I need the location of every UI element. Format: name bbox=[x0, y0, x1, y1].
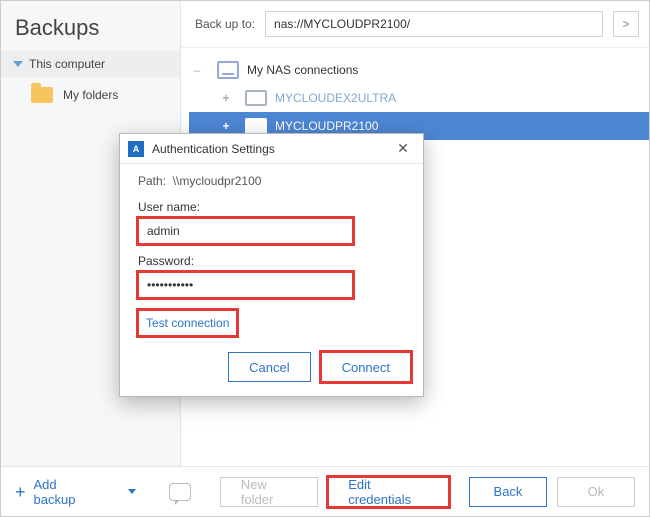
add-backup-button[interactable]: + Add backup bbox=[15, 477, 136, 507]
authentication-settings-dialog: A Authentication Settings ✕ Path: \\mycl… bbox=[119, 133, 424, 397]
test-connection-link[interactable]: Test connection bbox=[138, 310, 237, 336]
comment-icon[interactable] bbox=[169, 483, 191, 501]
username-label: User name: bbox=[138, 200, 405, 214]
app-icon: A bbox=[128, 141, 144, 157]
app-window: Backups This computer My folders Back up… bbox=[0, 0, 650, 517]
cancel-button[interactable]: Cancel bbox=[228, 352, 310, 382]
dialog-path: Path: \\mycloudpr2100 bbox=[138, 174, 405, 188]
device-icon bbox=[245, 90, 267, 106]
expand-path-button[interactable]: > bbox=[613, 11, 639, 37]
back-button[interactable]: Back bbox=[469, 477, 547, 507]
backup-destination-input[interactable] bbox=[265, 11, 603, 37]
page-title: Backups bbox=[1, 1, 180, 51]
tree-item-mycloudex2ultra[interactable]: + MYCLOUDEX2ULTRA bbox=[189, 84, 649, 112]
username-input[interactable]: admin bbox=[138, 218, 353, 244]
tree-item-label: MYCLOUDPR2100 bbox=[275, 119, 378, 133]
password-input[interactable]: ••••••••••• bbox=[138, 272, 353, 298]
dialog-titlebar[interactable]: A Authentication Settings ✕ bbox=[120, 134, 423, 164]
chevron-down-icon[interactable] bbox=[128, 489, 136, 494]
edit-credentials-button[interactable]: Edit credentials bbox=[328, 477, 449, 507]
folder-icon bbox=[31, 87, 53, 103]
new-folder-button: New folder bbox=[220, 477, 318, 507]
add-backup-label: Add backup bbox=[34, 477, 90, 507]
dialog-footer: Cancel Connect bbox=[120, 342, 423, 396]
path-value: \\mycloudpr2100 bbox=[173, 174, 262, 188]
path-prefix: Path: bbox=[138, 174, 166, 188]
tree-item-label: MYCLOUDEX2ULTRA bbox=[275, 91, 396, 105]
password-label: Password: bbox=[138, 254, 405, 268]
ok-button: Ok bbox=[557, 477, 635, 507]
tree-root[interactable]: – My NAS connections bbox=[189, 56, 649, 84]
sidebar-item-label: My folders bbox=[63, 88, 118, 102]
device-icon bbox=[245, 118, 267, 134]
dialog-body: Path: \\mycloudpr2100 User name: admin P… bbox=[120, 164, 423, 342]
chevron-down-icon bbox=[13, 61, 23, 67]
expand-icon[interactable]: + bbox=[219, 119, 233, 133]
sidebar-item-my-folders[interactable]: My folders bbox=[1, 77, 180, 113]
backup-to-label: Back up to: bbox=[195, 17, 255, 31]
plus-icon: + bbox=[15, 483, 26, 501]
close-icon[interactable]: ✕ bbox=[391, 137, 415, 161]
collapse-icon[interactable]: – bbox=[189, 63, 205, 77]
footer-bar: + Add backup New folder Edit credentials… bbox=[1, 466, 649, 516]
tree-root-label: My NAS connections bbox=[247, 63, 358, 77]
dialog-title: Authentication Settings bbox=[152, 142, 383, 156]
nas-icon bbox=[217, 61, 239, 79]
connect-button[interactable]: Connect bbox=[321, 352, 411, 382]
sidebar-section-this-computer[interactable]: This computer bbox=[1, 51, 180, 77]
expand-icon[interactable]: + bbox=[219, 91, 233, 105]
destination-bar: Back up to: > bbox=[181, 1, 649, 48]
sidebar-section-label: This computer bbox=[29, 57, 105, 71]
